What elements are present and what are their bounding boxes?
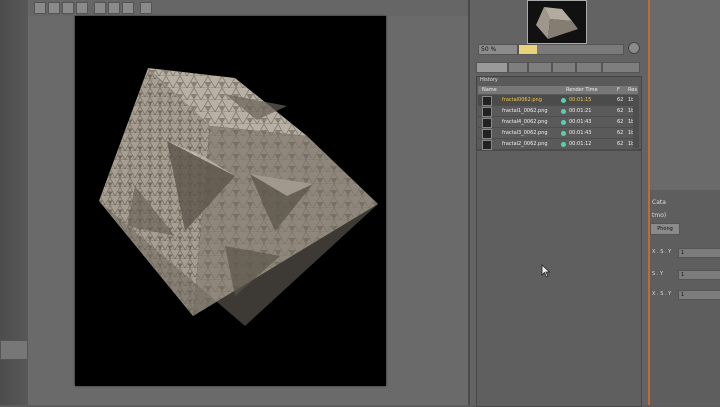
row-name: fractal4_0062.png	[502, 119, 548, 125]
attribute-row: X . S . Y 1	[650, 290, 720, 300]
history-row[interactable]: fractal0062.png 00:01:15 62 1b	[478, 95, 638, 106]
zoom-slider[interactable]	[518, 44, 624, 55]
history-table-header: Name Render Time F Res	[478, 86, 638, 94]
zoom-reset-knob[interactable]	[628, 42, 640, 54]
row-render-time: 00:01:43	[569, 119, 592, 125]
top-toolbar	[28, 0, 468, 17]
mouse-pointer-icon	[541, 264, 551, 278]
toolbar-button[interactable]	[48, 2, 60, 14]
history-scrollbar[interactable]	[633, 96, 639, 148]
fractal-cube-render	[99, 68, 378, 326]
column-render-time[interactable]: Render Time	[566, 86, 598, 94]
status-dot-icon	[561, 109, 566, 114]
status-dot-icon	[561, 98, 566, 103]
toolbar-button[interactable]	[122, 2, 134, 14]
column-res[interactable]: Res	[628, 86, 637, 94]
tab[interactable]	[602, 62, 640, 73]
status-dot-icon	[561, 142, 566, 147]
row-render-time: 00:01:21	[569, 108, 592, 114]
history-row[interactable]: fractal3_0062.png 00:01:43 62 1b	[478, 128, 638, 139]
row-render-time: 00:01:43	[569, 130, 592, 136]
row-frame: 62	[617, 97, 624, 103]
attribute-row: S . Y 1	[650, 270, 720, 280]
toolbar-button[interactable]	[34, 2, 46, 14]
attribute-label: S . Y	[652, 271, 663, 277]
history-tabs	[476, 62, 640, 73]
row-frame: 62	[617, 119, 624, 125]
toolbar-button[interactable]	[62, 2, 74, 14]
tab[interactable]	[528, 62, 552, 73]
toolbar-button[interactable]	[94, 2, 106, 14]
render-canvas[interactable]	[75, 16, 386, 386]
status-dot-icon	[561, 120, 566, 125]
attributes-mode: tmo)	[652, 212, 667, 219]
history-preview-thumbnail	[527, 0, 587, 44]
attribute-label: X . S . Y	[652, 291, 672, 297]
row-frame: 62	[617, 141, 624, 147]
row-thumbnail	[482, 107, 492, 117]
row-render-time: 00:01:12	[569, 141, 592, 147]
row-frame: 62	[617, 130, 624, 136]
attributes-title: Cata	[652, 199, 666, 206]
column-name[interactable]: Name	[482, 86, 497, 94]
history-title: History	[480, 77, 498, 83]
history-row[interactable]: fractal1_0062.png 00:01:21 62 1b	[478, 106, 638, 117]
attribute-label: X . S . Y	[652, 249, 672, 255]
attribute-field[interactable]: 1	[678, 248, 720, 258]
attribute-row: X . S . Y 1	[650, 248, 720, 258]
history-row[interactable]: fractal4_0062.png 00:01:43 62 1b	[478, 117, 638, 128]
preview-cube-image	[536, 7, 578, 39]
column-frame[interactable]: F	[617, 86, 620, 94]
row-thumbnail	[482, 96, 492, 106]
row-name: fractal0062.png	[502, 97, 542, 103]
tab[interactable]	[552, 62, 576, 73]
tab-history[interactable]	[476, 62, 508, 73]
row-thumbnail	[482, 118, 492, 128]
left-preview-thumbnail[interactable]	[0, 340, 28, 360]
toolbar-button[interactable]	[140, 2, 152, 14]
row-name: fractal1_0062.png	[502, 108, 548, 114]
attributes-top-area	[650, 0, 720, 190]
row-frame: 62	[617, 108, 624, 114]
row-name: fractal2_0062.png	[502, 141, 548, 147]
attribute-field[interactable]: 1	[678, 270, 720, 280]
zoom-slider-fill	[519, 45, 537, 54]
row-thumbnail	[482, 140, 492, 150]
row-thumbnail	[482, 129, 492, 139]
row-name: fractal3_0062.png	[502, 130, 548, 136]
status-bar	[28, 378, 388, 392]
row-render-time: 00:01:15	[569, 97, 592, 103]
zoom-field[interactable]: 50 %	[478, 44, 518, 55]
tab[interactable]	[576, 62, 602, 73]
status-dot-icon	[561, 131, 566, 136]
tab-phong[interactable]: Phong	[650, 223, 680, 235]
attribute-field[interactable]: 1	[678, 290, 720, 300]
toolbar-button[interactable]	[76, 2, 88, 14]
tab[interactable]	[508, 62, 528, 73]
history-empty-area	[476, 150, 642, 407]
history-row[interactable]: fractal2_0062.png 00:01:12 62 1b	[478, 139, 638, 150]
toolbar-button[interactable]	[108, 2, 120, 14]
